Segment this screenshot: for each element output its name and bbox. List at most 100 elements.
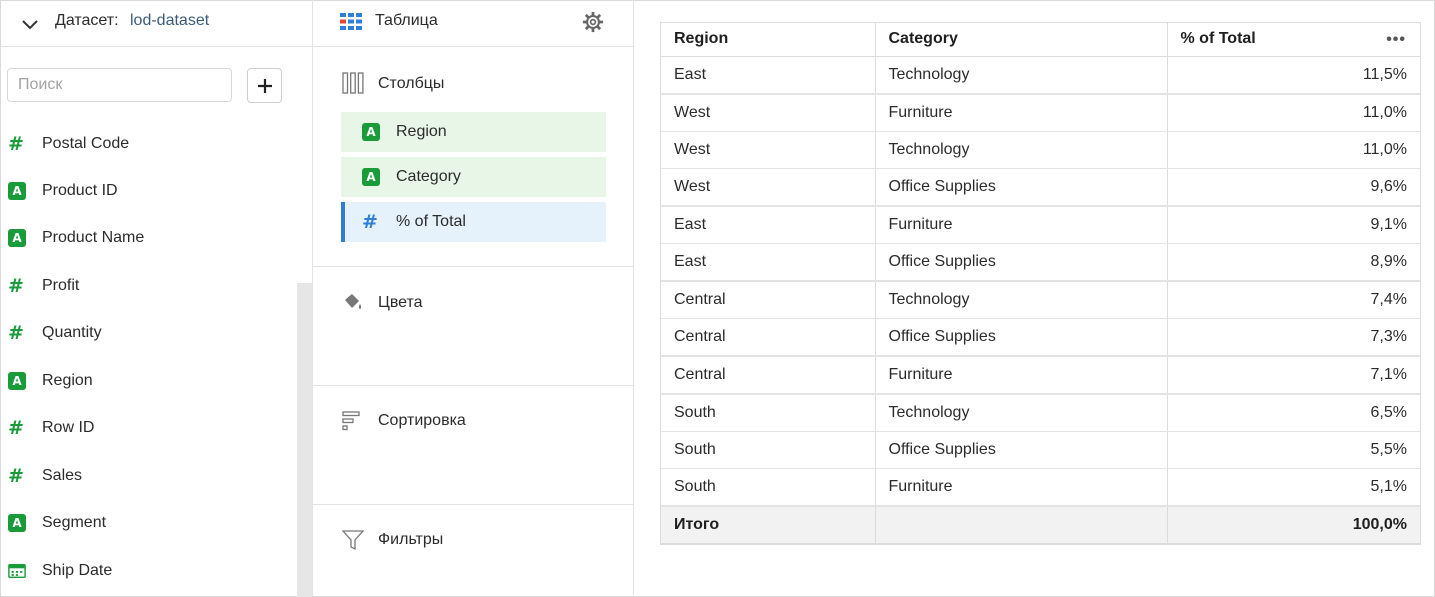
total-value: 100,0%: [1167, 506, 1420, 545]
hash-icon: #: [8, 133, 24, 155]
calendar-icon: [8, 563, 26, 579]
table-cell: Office Supplies: [875, 318, 1168, 357]
string-a-icon: A: [362, 168, 380, 186]
field-item[interactable]: # Quantity: [0, 313, 297, 353]
string-a-icon: A: [8, 182, 26, 200]
table-cell: East: [661, 206, 876, 244]
table-cell: Central: [661, 318, 876, 357]
string-a-icon: A: [8, 229, 26, 247]
dataset-label: Датасет:: [55, 12, 119, 29]
field-label: Postal Code: [42, 135, 130, 152]
table-row: Central Office Supplies 7,3%: [661, 318, 1420, 357]
field-label: Ship Date: [42, 562, 113, 579]
column-header[interactable]: Region: [661, 23, 876, 57]
visualization-header[interactable]: Таблица: [313, 0, 633, 47]
dataset-name-link[interactable]: lod-dataset: [130, 12, 209, 30]
field-item[interactable]: A Product ID: [0, 171, 297, 211]
table-cell: 7,3%: [1167, 318, 1420, 357]
field-label: Segment: [42, 514, 107, 531]
table-row: West Furniture 11,0%: [661, 93, 1420, 132]
field-label: Region: [42, 372, 93, 389]
colors-section[interactable]: Цвета: [313, 267, 633, 386]
table-total-row: Итого 100,0%: [661, 506, 1420, 545]
table-cell: 11,0%: [1167, 131, 1420, 169]
hash-icon: #: [8, 465, 24, 487]
field-label: Profit: [42, 277, 80, 294]
field-label: Row ID: [42, 419, 95, 436]
hash-icon: #: [8, 322, 24, 344]
hash-icon: #: [362, 211, 378, 233]
column-header[interactable]: % of Total •••: [1167, 23, 1420, 57]
table-cell: 5,1%: [1167, 468, 1420, 507]
table-row: South Furniture 5,1%: [661, 468, 1420, 507]
table-row: East Office Supplies 8,9%: [661, 243, 1420, 282]
filters-section[interactable]: Фильтры: [313, 505, 633, 597]
field-item[interactable]: Ship Date: [0, 551, 297, 591]
table-row: West Office Supplies 9,6%: [661, 168, 1420, 207]
table-row: East Furniture 9,1%: [661, 206, 1420, 244]
field-item[interactable]: # Sales: [0, 456, 297, 496]
table-row: East Technology 11,5%: [661, 56, 1420, 95]
scrollbar[interactable]: [297, 283, 312, 597]
field-item[interactable]: A Segment: [0, 503, 297, 543]
chevron-down-icon[interactable]: [21, 15, 39, 33]
chip-label: % of Total: [396, 213, 466, 230]
field-item[interactable]: # Postal Code: [0, 124, 297, 164]
chip-label: Region: [396, 123, 447, 140]
columns-section: Столбцы A Region A Category # % of Total: [313, 47, 633, 267]
table-cell: 9,1%: [1167, 206, 1420, 244]
dataset-header[interactable]: Датасет: lod-dataset: [0, 0, 312, 47]
table-cell: Furniture: [875, 468, 1168, 507]
more-options-icon[interactable]: •••: [1386, 31, 1406, 49]
table-cell: 7,1%: [1167, 356, 1420, 395]
table-cell: Office Supplies: [875, 431, 1168, 469]
column-chip-percent-of-total[interactable]: # % of Total: [341, 202, 606, 242]
columns-title: Столбцы: [378, 75, 445, 92]
plus-icon: [257, 78, 272, 93]
sort-icon: [342, 411, 360, 431]
dataset-panel: Датасет: lod-dataset # Postal Code A Produc…: [0, 0, 313, 597]
chip-label: Category: [396, 168, 461, 185]
field-item[interactable]: A Region: [0, 361, 297, 401]
table-cell: 5,5%: [1167, 431, 1420, 469]
table-cell: 6,5%: [1167, 393, 1420, 432]
table-cell: Central: [661, 356, 876, 395]
table-header-row: Region Category % of Total •••: [661, 23, 1420, 57]
column-chip-region[interactable]: A Region: [341, 112, 606, 152]
table-cell: South: [661, 393, 876, 432]
column-chip-category[interactable]: A Category: [341, 157, 606, 197]
table-row: South Office Supplies 5,5%: [661, 431, 1420, 469]
visualization-title: Таблица: [375, 12, 438, 29]
table-cell: 11,0%: [1167, 93, 1420, 132]
table-cell: Technology: [875, 393, 1168, 432]
table-cell: Office Supplies: [875, 243, 1168, 282]
string-a-icon: A: [362, 123, 380, 141]
sort-title: Сортировка: [378, 412, 466, 429]
add-field-button[interactable]: [247, 68, 282, 103]
table-cell: Technology: [875, 131, 1168, 169]
table-cell: 9,6%: [1167, 168, 1420, 207]
total-label: Итого: [661, 506, 876, 545]
hash-icon: #: [8, 275, 24, 297]
table-cell: South: [661, 468, 876, 507]
table-cell: Furniture: [875, 356, 1168, 395]
string-a-icon: A: [8, 372, 26, 390]
table-cell: Technology: [875, 281, 1168, 319]
filter-funnel-icon: [342, 530, 364, 551]
table-cell: East: [661, 243, 876, 282]
column-header-label: % of Total: [1180, 30, 1256, 48]
field-item[interactable]: # Profit: [0, 266, 297, 306]
table-cell: Furniture: [875, 93, 1168, 132]
search-input[interactable]: [7, 68, 232, 102]
field-item[interactable]: # Row ID: [0, 408, 297, 448]
visualization-panel: Таблица Столбцы A Region A Category # % …: [313, 0, 634, 597]
column-header[interactable]: Category: [875, 23, 1168, 57]
gear-icon[interactable]: [582, 11, 604, 33]
table-row: South Technology 6,5%: [661, 393, 1420, 432]
table-cell: Technology: [875, 56, 1168, 95]
field-label: Product Name: [42, 229, 145, 246]
field-item[interactable]: A Product Name: [0, 218, 297, 258]
table-cell: West: [661, 131, 876, 169]
table-cell: East: [661, 56, 876, 95]
sort-section[interactable]: Сортировка: [313, 386, 633, 505]
